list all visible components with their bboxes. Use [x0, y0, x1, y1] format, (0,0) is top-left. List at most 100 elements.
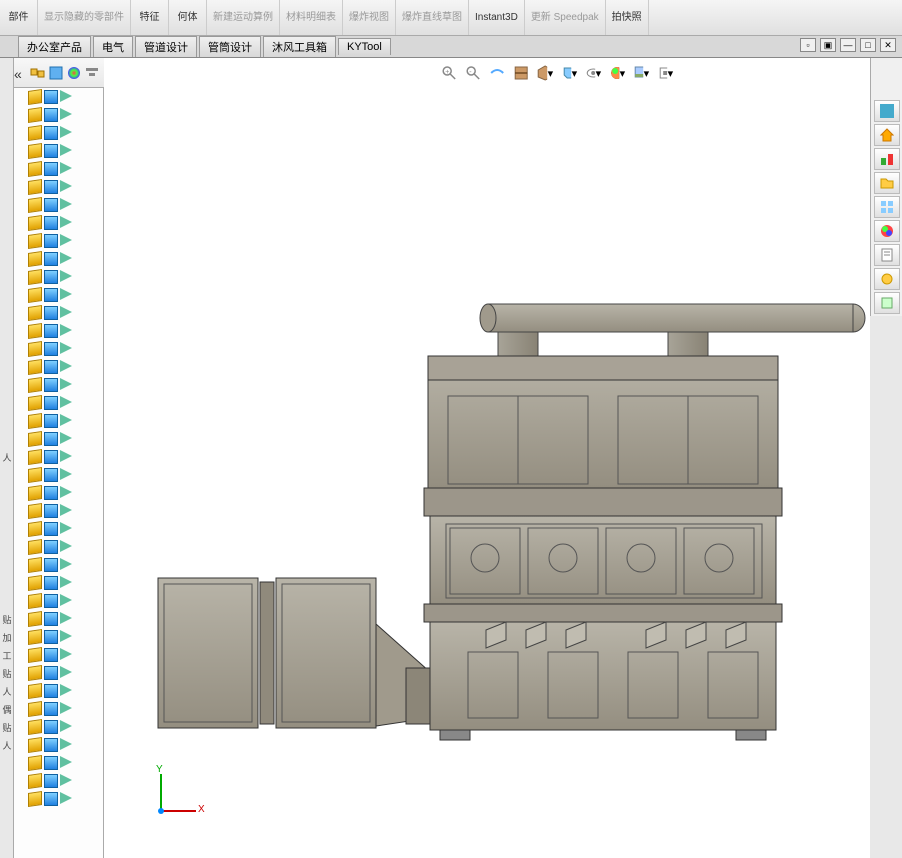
tree-row[interactable] [14, 610, 103, 628]
tree-row[interactable] [14, 682, 103, 700]
tree-row[interactable] [14, 664, 103, 682]
tree-row[interactable] [14, 376, 103, 394]
taskpane-extra2-icon[interactable] [874, 292, 900, 314]
feature-tri-icon [60, 450, 74, 464]
tree-row[interactable] [14, 214, 103, 232]
tree-row[interactable] [14, 736, 103, 754]
tree-row[interactable] [14, 340, 103, 358]
tree-row[interactable] [14, 124, 103, 142]
tree-row[interactable] [14, 646, 103, 664]
tree-row[interactable] [14, 412, 103, 430]
tree-row[interactable] [14, 268, 103, 286]
tree-row[interactable] [14, 394, 103, 412]
feature-tri-icon [60, 108, 74, 122]
taskpane-custom-properties-icon[interactable] [874, 244, 900, 266]
hide-show-icon[interactable]: ▾ [584, 64, 602, 82]
axis-x-label: X [198, 804, 205, 815]
tree-row[interactable] [14, 178, 103, 196]
tree-row[interactable] [14, 358, 103, 376]
window-restore-icon[interactable]: ▣ [820, 38, 836, 52]
tree-row[interactable] [14, 88, 103, 106]
tree-row[interactable] [14, 520, 103, 538]
tree-row[interactable] [14, 754, 103, 772]
tab-kytool[interactable]: KYTool [338, 38, 391, 55]
taskpane-home-icon[interactable] [874, 124, 900, 146]
apply-scene-icon[interactable]: ▾ [632, 64, 650, 82]
tree-row[interactable] [14, 502, 103, 520]
tree-row[interactable] [14, 790, 103, 808]
ruler-mark [0, 394, 14, 412]
tree-row[interactable] [14, 196, 103, 214]
filter-icon[interactable] [84, 65, 100, 81]
tree-row[interactable] [14, 574, 103, 592]
ribbon-btn-bom[interactable]: 材料明细表 [280, 0, 343, 35]
tab-piping[interactable]: 管道设计 [135, 36, 197, 57]
tree-row[interactable] [14, 556, 103, 574]
edit-appearance-icon[interactable]: ▾ [608, 64, 626, 82]
collapse-tree-icon[interactable]: « [14, 66, 22, 82]
tree-row[interactable] [14, 286, 103, 304]
configuration-icon[interactable] [48, 65, 64, 81]
tree-row[interactable] [14, 700, 103, 718]
ribbon-btn-instant3d[interactable]: Instant3D [469, 0, 525, 35]
assembly-icon[interactable] [30, 65, 46, 81]
tree-row[interactable] [14, 232, 103, 250]
tree-row[interactable] [14, 160, 103, 178]
view-orientation-icon[interactable]: ▾ [536, 64, 554, 82]
taskpane-view-palette-icon[interactable] [874, 196, 900, 218]
ruler-mark [0, 214, 14, 232]
ribbon-btn-part[interactable]: 部件 [0, 0, 38, 35]
tab-tubing[interactable]: 管筒设计 [199, 36, 261, 57]
taskpane-extra1-icon[interactable] [874, 268, 900, 290]
tree-row[interactable] [14, 250, 103, 268]
tab-mufeng[interactable]: 沐风工具箱 [263, 36, 336, 57]
ribbon-btn-speedpak[interactable]: 更新 Speedpak [525, 0, 606, 35]
window-close-icon[interactable]: ✕ [880, 38, 896, 52]
tree-row[interactable] [14, 142, 103, 160]
tree-row[interactable] [14, 448, 103, 466]
graphics-viewport[interactable]: + - ▾ ▾ ▾ ▾ ▾ ▾ [104, 58, 870, 858]
ribbon-btn-explodeline[interactable]: 爆炸直线草图 [396, 0, 469, 35]
ribbon-btn-motion[interactable]: 新建运动算例 [207, 0, 280, 35]
feature-tri-icon [60, 576, 74, 590]
taskpane-design-library-icon[interactable] [874, 148, 900, 170]
taskpane-resources-icon[interactable] [874, 100, 900, 122]
tree-row[interactable] [14, 466, 103, 484]
tree-row[interactable] [14, 592, 103, 610]
svg-text:+: + [445, 69, 449, 76]
tree-row[interactable] [14, 430, 103, 448]
window-minimize-icon[interactable]: — [840, 38, 856, 52]
axis-origin [158, 808, 164, 814]
window-max-icon[interactable]: □ [860, 38, 876, 52]
ribbon-btn-snapshot[interactable]: 拍快照 [606, 0, 649, 35]
taskpane-appearances-icon[interactable] [874, 220, 900, 242]
zoom-fit-icon[interactable]: + [440, 64, 458, 82]
feature-tree[interactable] [14, 88, 104, 858]
ribbon-btn-showhide[interactable]: 显示隐藏的零部件 [38, 0, 131, 35]
tree-row[interactable] [14, 304, 103, 322]
orientation-triad[interactable]: Y X [140, 774, 200, 834]
ribbon-btn-body[interactable]: 何体 [169, 0, 207, 35]
tree-row[interactable] [14, 718, 103, 736]
tree-row[interactable] [14, 484, 103, 502]
tree-row[interactable] [14, 628, 103, 646]
section-view-icon[interactable] [512, 64, 530, 82]
tree-row[interactable] [14, 772, 103, 790]
taskpane-file-explorer-icon[interactable] [874, 172, 900, 194]
feature-tri-icon [60, 774, 74, 788]
view-settings-icon[interactable]: ▾ [656, 64, 674, 82]
ruler-mark [0, 268, 14, 286]
ribbon-btn-feature[interactable]: 特征 [131, 0, 169, 35]
tab-office[interactable]: 办公室产品 [18, 36, 91, 57]
zoom-area-icon[interactable]: - [464, 64, 482, 82]
previous-view-icon[interactable] [488, 64, 506, 82]
tree-row[interactable] [14, 322, 103, 340]
tab-electrical[interactable]: 电气 [93, 36, 133, 57]
ribbon-btn-explode[interactable]: 爆炸视图 [343, 0, 396, 35]
tree-row[interactable] [14, 538, 103, 556]
display-style-icon[interactable]: ▾ [560, 64, 578, 82]
tree-row[interactable] [14, 106, 103, 124]
appearance-icon[interactable] [66, 65, 82, 81]
window-min-icon[interactable]: ▫ [800, 38, 816, 52]
feature-tri-icon [60, 288, 74, 302]
